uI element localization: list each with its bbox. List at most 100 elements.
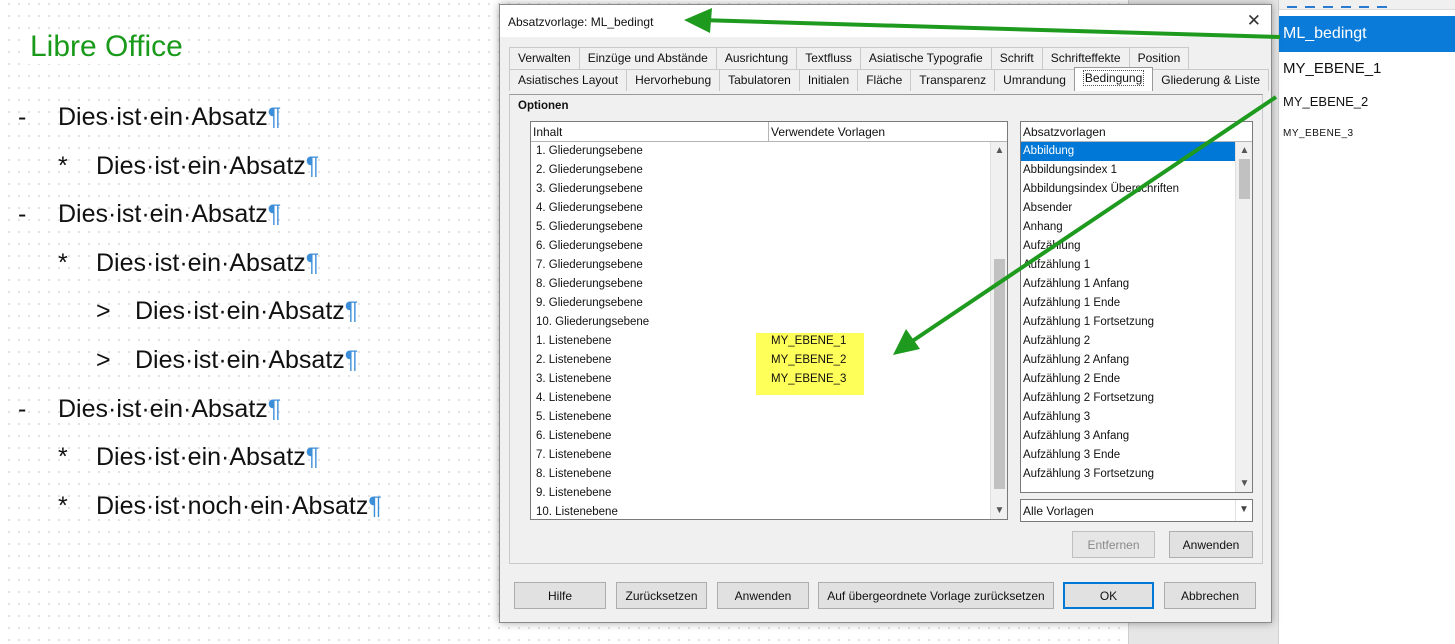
column-header-content[interactable]: Inhalt: [533, 125, 562, 139]
tab-hervorhebung[interactable]: Hervorhebung: [626, 69, 721, 91]
table-row[interactable]: 6. Gliederungsebene: [531, 237, 990, 256]
list-item[interactable]: Anhang: [1021, 218, 1235, 237]
table-row[interactable]: 5. Gliederungsebene: [531, 218, 990, 237]
style-family-icon[interactable]: [1341, 0, 1351, 8]
tab-tabulatoren[interactable]: Tabulatoren: [719, 69, 800, 91]
table-row[interactable]: 1. Gliederungsebene: [531, 142, 990, 161]
help-button[interactable]: Hilfe: [514, 582, 606, 609]
chevron-down-icon[interactable]: ▼: [991, 505, 1008, 516]
tab-verwalten[interactable]: Verwalten: [509, 47, 580, 69]
list-item[interactable]: Aufzählung: [1021, 237, 1235, 256]
dialog-titlebar[interactable]: Absatzvorlage: ML_bedingt ✕: [500, 5, 1271, 37]
list-item[interactable]: Aufzählung 2 Anfang: [1021, 351, 1235, 370]
cancel-button[interactable]: Abbrechen: [1164, 582, 1256, 609]
table-row[interactable]: 1. Listenebene MY_EBENE_1: [531, 332, 990, 351]
tab-schrift[interactable]: Schrift: [990, 47, 1043, 69]
scroll-thumb[interactable]: [994, 259, 1005, 489]
sidebar-style-item[interactable]: MY_EBENE_1: [1279, 52, 1455, 84]
list-item[interactable]: Aufzählung 1: [1021, 256, 1235, 275]
style-family-icon[interactable]: [1287, 0, 1297, 8]
apply-button[interactable]: Anwenden: [717, 582, 809, 609]
table-row[interactable]: 9. Listenebene: [531, 484, 990, 503]
table-row[interactable]: 8. Listenebene: [531, 465, 990, 484]
tab-bedingung[interactable]: Bedingung: [1073, 67, 1154, 91]
tab-initialen[interactable]: Initialen: [798, 69, 859, 91]
chevron-down-icon[interactable]: ▼: [1236, 478, 1253, 489]
style-filter-select[interactable]: Alle Vorlagen ▼: [1020, 499, 1253, 522]
column-header-styles[interactable]: Verwendete Vorlagen: [771, 125, 885, 139]
paragraph-text: Dies·ist·ein·Absatz: [96, 443, 306, 471]
tab-textfluss[interactable]: Textfluss: [796, 47, 861, 69]
paragraph-text: Dies·ist·ein·Absatz: [135, 297, 345, 325]
reset-to-parent-button[interactable]: Auf übergeordnete Vorlage zurücksetzen: [818, 582, 1054, 609]
tab-asiatisches-layout[interactable]: Asiatisches Layout: [509, 69, 628, 91]
tab-umrandung[interactable]: Umrandung: [994, 69, 1075, 91]
list-item[interactable]: Aufzählung 3 Ende: [1021, 446, 1235, 465]
table-scrollbar[interactable]: ▲ ▼: [990, 142, 1007, 519]
list-item[interactable]: Aufzählung 1 Ende: [1021, 294, 1235, 313]
list-item[interactable]: Aufzählung 3 Anfang: [1021, 427, 1235, 446]
style-family-icon[interactable]: [1323, 0, 1333, 8]
paragraph-styles-list[interactable]: Absatzvorlagen Abbildung Abbildungsindex …: [1020, 121, 1253, 493]
chevron-up-icon[interactable]: ▲: [1236, 145, 1253, 156]
document-title: Libre Office: [28, 30, 185, 64]
table-row[interactable]: 7. Listenebene: [531, 446, 990, 465]
apply-condition-button[interactable]: Anwenden: [1169, 531, 1253, 558]
paragraph-text: Dies·ist·noch·ein·Absatz: [96, 492, 369, 520]
list-item[interactable]: Absender: [1021, 199, 1235, 218]
list-item[interactable]: Aufzählung 2: [1021, 332, 1235, 351]
tab-fläche[interactable]: Fläche: [857, 69, 912, 91]
sidebar-toolbar[interactable]: [1279, 0, 1455, 10]
style-family-icon[interactable]: [1305, 0, 1315, 8]
table-row[interactable]: 3. Listenebene MY_EBENE_3: [531, 370, 990, 389]
list-item[interactable]: Aufzählung 3 Fortsetzung: [1021, 465, 1235, 484]
table-row[interactable]: 2. Gliederungsebene: [531, 161, 990, 180]
tab-position[interactable]: Position: [1128, 47, 1190, 69]
tab-transparenz[interactable]: Transparenz: [910, 69, 996, 91]
list-item[interactable]: Aufzählung 3: [1021, 408, 1235, 427]
table-row[interactable]: 2. Listenebene MY_EBENE_2: [531, 351, 990, 370]
sidebar-style-item[interactable]: ML_bedingt: [1279, 16, 1455, 52]
style-family-icon[interactable]: [1359, 0, 1369, 8]
table-row[interactable]: 6. Listenebene: [531, 427, 990, 446]
table-row[interactable]: 7. Gliederungsebene: [531, 256, 990, 275]
remove-button[interactable]: Entfernen: [1072, 531, 1155, 558]
reset-button[interactable]: Zurücksetzen: [616, 582, 707, 609]
list-item[interactable]: Aufzählung 2 Ende: [1021, 370, 1235, 389]
list-scrollbar[interactable]: ▲ ▼: [1235, 142, 1252, 492]
table-row[interactable]: 4. Gliederungsebene: [531, 199, 990, 218]
ok-button[interactable]: OK: [1063, 582, 1154, 609]
condition-content-cell: 9. Gliederungsebene: [536, 297, 643, 309]
table-row[interactable]: 9. Gliederungsebene: [531, 294, 990, 313]
table-header: Inhalt Verwendete Vorlagen: [531, 122, 1007, 142]
condition-content-cell: 3. Listenebene: [536, 373, 612, 385]
sidebar-style-item[interactable]: MY_EBENE_3: [1279, 116, 1455, 148]
list-item[interactable]: Aufzählung 1 Fortsetzung: [1021, 313, 1235, 332]
tab-schrifteffekte[interactable]: Schrifteffekte: [1041, 47, 1130, 69]
table-row[interactable]: 5. Listenebene: [531, 408, 990, 427]
list-item[interactable]: Abbildung: [1021, 142, 1235, 161]
chevron-down-icon[interactable]: ▼: [1235, 500, 1252, 521]
chevron-up-icon[interactable]: ▲: [991, 145, 1008, 156]
table-row[interactable]: 10. Gliederungsebene: [531, 313, 990, 332]
list-item[interactable]: Abbildungsindex Überschriften: [1021, 180, 1235, 199]
pilcrow-mark: ¶: [305, 443, 320, 471]
table-row[interactable]: 8. Gliederungsebene: [531, 275, 990, 294]
tab-ausrichtung[interactable]: Ausrichtung: [715, 47, 798, 69]
column-separator[interactable]: [768, 122, 769, 142]
sidebar-style-item[interactable]: MY_EBENE_2: [1279, 84, 1455, 116]
table-row[interactable]: 3. Gliederungsebene: [531, 180, 990, 199]
list-marker: *: [58, 249, 68, 277]
table-row[interactable]: 4. Listenebene: [531, 389, 990, 408]
conditions-table[interactable]: Inhalt Verwendete Vorlagen 1. Gliederung…: [530, 121, 1008, 520]
list-item[interactable]: Abbildungsindex 1: [1021, 161, 1235, 180]
list-item[interactable]: Aufzählung 1 Anfang: [1021, 275, 1235, 294]
table-row[interactable]: 10. Listenebene: [531, 503, 990, 519]
close-icon[interactable]: ✕: [1247, 11, 1261, 31]
style-family-icon[interactable]: [1377, 0, 1387, 8]
tab-einzüge-und-abstände[interactable]: Einzüge und Abstände: [578, 47, 717, 69]
scroll-thumb[interactable]: [1239, 159, 1250, 199]
tab-asiatische-typografie[interactable]: Asiatische Typografie: [859, 47, 992, 69]
tab-gliederung-liste[interactable]: Gliederung & Liste: [1152, 69, 1269, 91]
list-item[interactable]: Aufzählung 2 Fortsetzung: [1021, 389, 1235, 408]
